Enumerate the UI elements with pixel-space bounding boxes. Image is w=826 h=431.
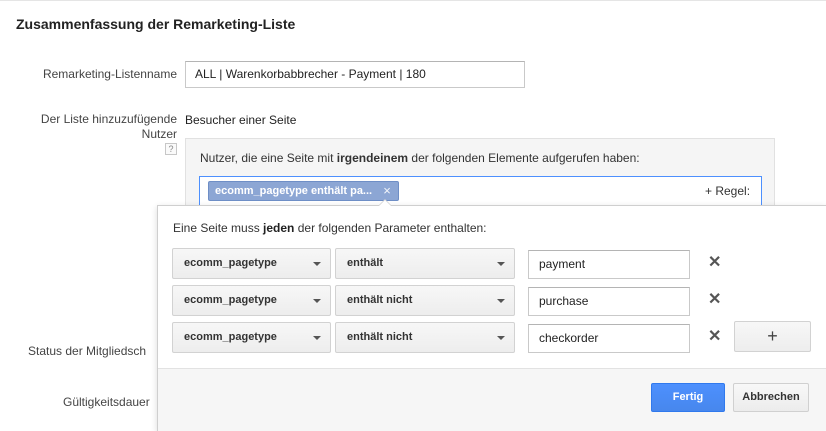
top-divider [0, 0, 826, 1]
add-rule-link[interactable]: + Regel: [705, 184, 750, 198]
page-title: Zusammenfassung der Remarketing-Liste [16, 16, 296, 32]
membership-status-label: Status der Mitgliedsch [28, 344, 147, 358]
list-name-label: Remarketing-Listenname [42, 67, 177, 81]
popup-intro: Eine Seite muss jeden der folgenden Para… [173, 221, 487, 235]
value-input[interactable]: purchase [528, 287, 690, 316]
remove-row-icon[interactable]: ✕ [708, 292, 721, 308]
param-select[interactable]: ecomm_pagetype [172, 322, 331, 353]
add-parameter-button[interactable]: + [734, 321, 811, 352]
dropdown-arrow-icon [313, 299, 321, 303]
operator-select[interactable]: enthält nicht [335, 322, 515, 353]
visitors-rule-intro: Nutzer, die eine Seite mit irgendeinem d… [200, 151, 640, 165]
operator-select[interactable]: enthält nicht [335, 285, 515, 316]
dropdown-arrow-icon [313, 262, 321, 266]
value-input[interactable]: payment [528, 250, 690, 279]
done-button[interactable]: Fertig [651, 383, 725, 412]
remove-row-icon[interactable]: ✕ [708, 329, 721, 345]
popup-caret-inner [379, 200, 391, 206]
remove-row-icon[interactable]: ✕ [708, 255, 721, 271]
users-label-line2: Nutzer [141, 127, 177, 141]
validity-duration-label: Gültigkeitsdauer [63, 395, 150, 409]
users-label-line1: Der Liste hinzuzufügende [40, 112, 177, 126]
value-input[interactable]: checkorder [528, 324, 690, 353]
rule-chip[interactable]: ecomm_pagetype enthält pa... [208, 181, 399, 201]
dropdown-arrow-icon [313, 336, 321, 340]
dropdown-arrow-icon [497, 262, 505, 266]
chip-remove-icon[interactable]: × [381, 183, 393, 199]
dropdown-arrow-icon [497, 299, 505, 303]
popup-footer [158, 368, 826, 431]
param-select[interactable]: ecomm_pagetype [172, 248, 331, 279]
help-icon[interactable]: ? [165, 143, 177, 155]
param-select[interactable]: ecomm_pagetype [172, 285, 331, 316]
operator-select[interactable]: enthält [335, 248, 515, 279]
users-value: Besucher einer Seite [185, 113, 297, 127]
list-name-input[interactable]: ALL | Warenkorbabbrecher - Payment | 180 [185, 61, 525, 88]
cancel-button[interactable]: Abbrechen [733, 383, 809, 412]
dropdown-arrow-icon [497, 336, 505, 340]
